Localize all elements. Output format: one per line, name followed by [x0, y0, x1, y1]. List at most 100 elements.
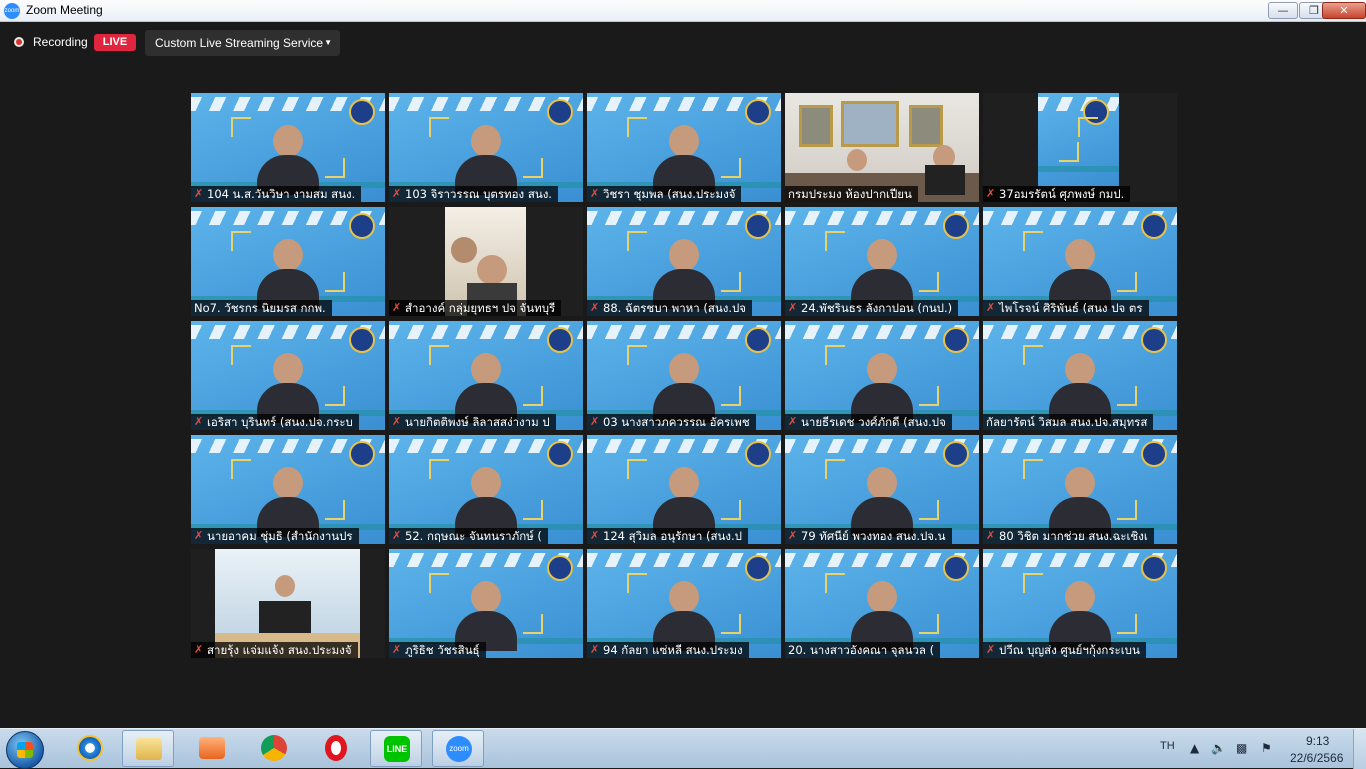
participant-name-bar: กรมประมง ห้องปากเปียน	[785, 186, 918, 202]
participant-tile[interactable]: ✗ 94 กัลยา แซ่หลี สนง.ประมง	[587, 549, 781, 658]
muted-mic-icon: ✗	[788, 529, 798, 542]
muted-mic-icon: ✗	[392, 301, 402, 314]
participant-name: 103 จิราวรรณ บุตรทอง สนง.	[405, 187, 552, 201]
participant-name-bar: ✗ สายรุ้ง แจ่มแจ้ง สนง.ประมงจั	[191, 642, 358, 658]
muted-mic-icon: ✗	[392, 529, 402, 542]
taskbar-zoom[interactable]: zoom	[432, 730, 484, 767]
muted-mic-icon: ✗	[194, 643, 204, 656]
start-button[interactable]	[6, 731, 44, 769]
show-desktop-button[interactable]	[1353, 729, 1366, 769]
taskbar-explorer[interactable]	[122, 730, 174, 767]
participant-name: กัลยารัตน์ วิสมล สนง.ปจ.สมุทรส	[986, 415, 1148, 429]
participant-tile[interactable]: ✗ นายกิตติพงษ์ ลิลาสสง่างาม ป	[389, 321, 583, 430]
participant-name: 37อมรรัตน์ ศุภพงษ์ กมป.	[999, 187, 1125, 201]
muted-mic-icon: ✗	[590, 415, 600, 428]
participant-tile[interactable]: ✗ สายรุ้ง แจ่มแจ้ง สนง.ประมงจั	[191, 549, 385, 658]
window-title: Zoom Meeting	[26, 3, 103, 17]
live-stream-service-dropdown[interactable]: Custom Live Streaming Service ▼	[145, 30, 340, 56]
windows-taskbar: LINE zoom TH ▲ 🔈 ▩ ⚑ 9:13 22/6/2566	[0, 728, 1366, 769]
participant-tile[interactable]: ✗ ปวีณ บุญส่ง ศูนย์ฯกุ้งกระเบน	[983, 549, 1177, 658]
restore-icon: ❐	[1309, 4, 1319, 17]
participant-tile[interactable]: กรมประมง ห้องปากเปียน	[785, 93, 979, 202]
stream-service-label: Custom Live Streaming Service	[155, 36, 324, 50]
clock-date[interactable]: 22/6/2566	[1290, 751, 1343, 765]
participant-tile[interactable]: ✗ 03 นางสาวภควรรณ อัครเพช	[587, 321, 781, 430]
muted-mic-icon: ✗	[986, 643, 996, 656]
participant-name-bar: กัลยารัตน์ วิสมล สนง.ปจ.สมุทรส	[983, 414, 1154, 430]
participant-tile[interactable]: ✗ สำอางค์ กลุ่มยุทธฯ ปจ จันทบุรี	[389, 207, 583, 316]
participant-name: 80 วิชิต มากช่วย สนง.ฉะเชิงเ	[999, 529, 1148, 543]
participant-name-bar: ✗ 52. กฤษณะ จันทนราภักษ์ (	[389, 528, 548, 544]
participant-name: 124 สุวิมล อนุรักษา (สนง.ป	[603, 529, 742, 543]
participant-name: 94 กัลยา แซ่หลี สนง.ประมง	[603, 643, 743, 657]
line-icon: LINE	[384, 736, 410, 762]
participant-tile[interactable]: ✗ 80 วิชิต มากช่วย สนง.ฉะเชิงเ	[983, 435, 1177, 544]
muted-mic-icon: ✗	[194, 415, 204, 428]
participant-tile[interactable]: 20. นางสาวอังคณา จุลนวล (	[785, 549, 979, 658]
participant-name: สายรุ้ง แจ่มแจ้ง สนง.ประมงจั	[207, 643, 352, 657]
participant-tile[interactable]: ✗ 24.พัชรินธร ลังกาปอน (กนป.)	[785, 207, 979, 316]
language-indicator[interactable]: TH	[1160, 740, 1175, 752]
minimize-button[interactable]: —	[1268, 2, 1298, 19]
participant-name: 88. ฉัตรชบา พาหา (สนง.ปจ	[603, 301, 747, 315]
participant-name-bar: ✗ 79 ทัศนีย์ พวงทอง สนง.ปจ.น	[785, 528, 952, 544]
participant-tile[interactable]: กัลยารัตน์ วิสมล สนง.ปจ.สมุทรส	[983, 321, 1177, 430]
participant-tile[interactable]: ✗ วิชรา ชุมพล (สนง.ประมงจั	[587, 93, 781, 202]
participant-name: นายกิตติพงษ์ ลิลาสสง่างาม ป	[405, 415, 550, 429]
participant-name: 104 น.ส.วันวิษา งามสม สนง.	[207, 187, 356, 201]
muted-mic-icon: ✗	[986, 529, 996, 542]
participant-tile[interactable]: ✗ 37อมรรัตน์ ศุภพงษ์ กมป.	[983, 93, 1177, 202]
participant-tile[interactable]: No7. วัชรกร นิยมรส กกพ.	[191, 207, 385, 316]
muted-mic-icon: ✗	[590, 529, 600, 542]
folder-icon	[136, 738, 162, 760]
participant-name: 20. นางสาวอังคณา จุลนวล (	[788, 643, 935, 657]
participant-tile[interactable]: ✗ 88. ฉัตรชบา พาหา (สนง.ปจ	[587, 207, 781, 316]
participant-name: 03 นางสาวภควรรณ อัครเพช	[603, 415, 750, 429]
participant-tile[interactable]: ✗ เอริสา บุรินทร์ (สนง.ปจ.กระบ	[191, 321, 385, 430]
participant-tile[interactable]: ✗ ภูริธิช วัชรสินธุ์	[389, 549, 583, 658]
caret-down-icon: ▼	[324, 38, 332, 47]
participant-name-bar: ✗ 94 กัลยา แซ่หลี สนง.ประมง	[587, 642, 749, 658]
participant-name-bar: ✗ 03 นางสาวภควรรณ อัครเพช	[587, 414, 756, 430]
participant-name: No7. วัชรกร นิยมรส กกพ.	[194, 301, 326, 315]
line-icon-label: LINE	[386, 744, 408, 754]
participant-name-bar: ✗ ภูริธิช วัชรสินธุ์	[389, 642, 486, 658]
taskbar-opera[interactable]	[310, 730, 362, 767]
network-icon[interactable]: ▩	[1236, 741, 1247, 755]
participant-tile[interactable]: ✗ นายธีรเดช วงศ์ภักดี (สนง.ปจ	[785, 321, 979, 430]
participant-tile[interactable]: ✗ 104 น.ส.วันวิษา งามสม สนง.	[191, 93, 385, 202]
participant-name-bar: ✗ 103 จิราวรรณ บุตรทอง สนง.	[389, 186, 558, 202]
ie-icon	[77, 735, 103, 761]
participant-tile[interactable]: ✗ นายอาคม ชุ่มธิ (สำนักงานปร	[191, 435, 385, 544]
participant-name-bar: ✗ ปวีณ บุญส่ง ศูนย์ฯกุ้งกระเบน	[983, 642, 1146, 658]
muted-mic-icon: ✗	[986, 187, 996, 200]
muted-mic-icon: ✗	[392, 187, 402, 200]
chrome-icon	[261, 735, 287, 761]
muted-mic-icon: ✗	[392, 643, 402, 656]
muted-mic-icon: ✗	[788, 301, 798, 314]
participant-tile[interactable]: ✗ 52. กฤษณะ จันทนราภักษ์ (	[389, 435, 583, 544]
participant-tile[interactable]: ✗ ไพโรจน์ ศิริพันธ์ (สนง ปจ ตร	[983, 207, 1177, 316]
participant-tile[interactable]: ✗ 124 สุวิมล อนุรักษา (สนง.ป	[587, 435, 781, 544]
action-center-flag-icon[interactable]: ⚑	[1261, 741, 1272, 755]
muted-mic-icon: ✗	[590, 187, 600, 200]
taskbar-line[interactable]: LINE	[370, 730, 422, 767]
zoom-app-icon: zoom	[4, 3, 20, 19]
volume-icon[interactable]: 🔈	[1211, 741, 1226, 755]
taskbar-ie[interactable]	[64, 730, 116, 767]
participant-name-bar: ✗ สำอางค์ กลุ่มยุทธฯ ปจ จันทบุรี	[389, 300, 562, 316]
participant-name-bar: ✗ วิชรา ชุมพล (สนง.ประมงจั	[587, 186, 742, 202]
opera-icon	[325, 735, 347, 761]
participant-name-bar: No7. วัชรกร นิยมรส กกพ.	[191, 300, 332, 316]
taskbar-media-player[interactable]	[186, 730, 238, 767]
close-button[interactable]: ✕	[1322, 2, 1366, 19]
clock-time[interactable]: 9:13	[1306, 734, 1329, 748]
tray-expand-icon[interactable]: ▲	[1190, 741, 1199, 755]
zoom-icon: zoom	[446, 736, 472, 762]
participant-name-bar: ✗ 80 วิชิต มากช่วย สนง.ฉะเชิงเ	[983, 528, 1154, 544]
participant-tile[interactable]: ✗ 103 จิราวรรณ บุตรทอง สนง.	[389, 93, 583, 202]
participant-tile[interactable]: ✗ 79 ทัศนีย์ พวงทอง สนง.ปจ.น	[785, 435, 979, 544]
participant-name: เอริสา บุรินทร์ (สนง.ปจ.กระบ	[207, 415, 353, 429]
taskbar-chrome[interactable]	[248, 730, 300, 767]
participant-name-bar: ✗ 24.พัชรินธร ลังกาปอน (กนป.)	[785, 300, 959, 316]
